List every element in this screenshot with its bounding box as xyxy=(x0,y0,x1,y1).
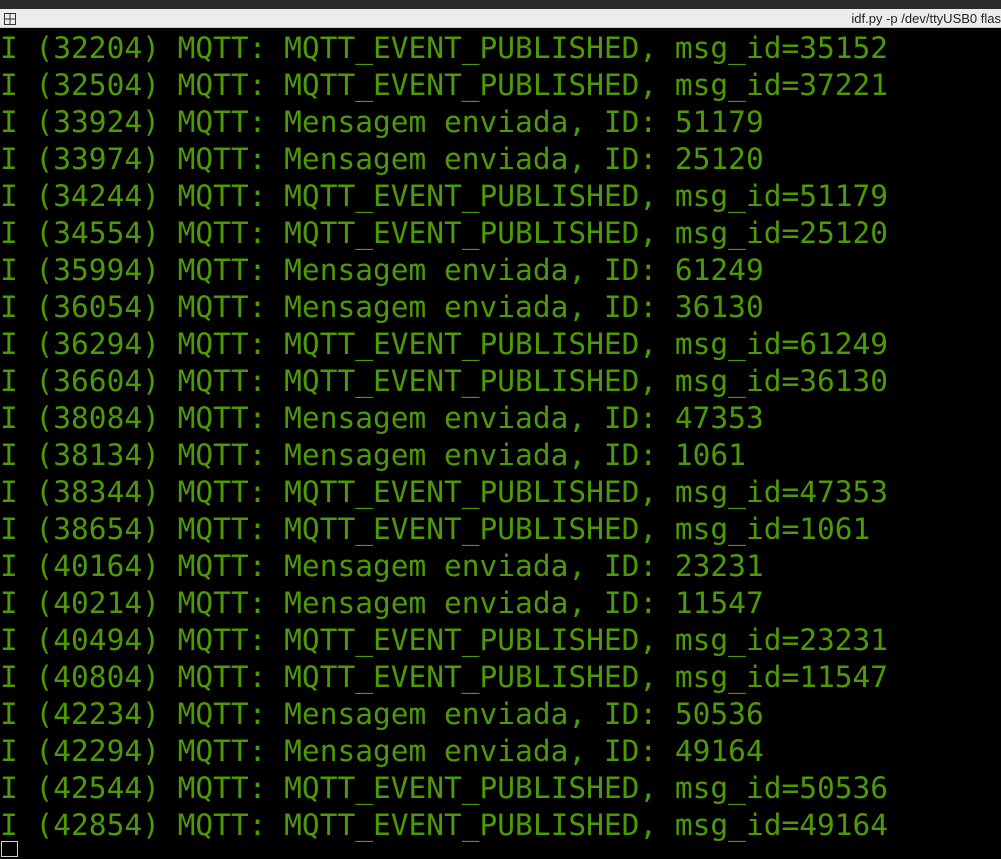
log-line: I (32504) MQTT: MQTT_EVENT_PUBLISHED, ms… xyxy=(0,68,889,102)
title-bar[interactable]: idf.py -p /dev/ttyUSB0 flas xyxy=(0,9,1001,28)
terminal-cursor xyxy=(1,841,18,857)
log-line: I (36604) MQTT: MQTT_EVENT_PUBLISHED, ms… xyxy=(0,364,889,398)
log-line: I (36294) MQTT: MQTT_EVENT_PUBLISHED, ms… xyxy=(0,327,889,361)
log-line: I (32204) MQTT: MQTT_EVENT_PUBLISHED, ms… xyxy=(0,31,889,65)
log-line: I (36054) MQTT: Mensagem enviada, ID: 36… xyxy=(0,290,764,324)
log-line: I (38134) MQTT: Mensagem enviada, ID: 10… xyxy=(0,438,746,472)
log-line: I (38084) MQTT: Mensagem enviada, ID: 47… xyxy=(0,401,764,435)
log-line-list: I (32204) MQTT: MQTT_EVENT_PUBLISHED, ms… xyxy=(0,30,888,844)
log-line: I (42544) MQTT: MQTT_EVENT_PUBLISHED, ms… xyxy=(0,771,889,805)
log-line: I (42234) MQTT: Mensagem enviada, ID: 50… xyxy=(0,697,764,731)
log-line: I (42854) MQTT: MQTT_EVENT_PUBLISHED, ms… xyxy=(0,808,889,842)
top-panel-strip xyxy=(0,0,1001,9)
log-line: I (40164) MQTT: Mensagem enviada, ID: 23… xyxy=(0,549,764,583)
log-line: I (34554) MQTT: MQTT_EVENT_PUBLISHED, ms… xyxy=(0,216,889,250)
terminal-window: idf.py -p /dev/ttyUSB0 flas I (32204) MQ… xyxy=(0,0,1001,859)
log-line: I (35994) MQTT: Mensagem enviada, ID: 61… xyxy=(0,253,764,287)
log-line: I (33974) MQTT: Mensagem enviada, ID: 25… xyxy=(0,142,764,176)
log-line: I (42294) MQTT: Mensagem enviada, ID: 49… xyxy=(0,734,764,768)
log-line: I (40494) MQTT: MQTT_EVENT_PUBLISHED, ms… xyxy=(0,623,889,657)
log-line: I (40804) MQTT: MQTT_EVENT_PUBLISHED, ms… xyxy=(0,660,889,694)
log-line: I (40214) MQTT: Mensagem enviada, ID: 11… xyxy=(0,586,764,620)
window-title: idf.py -p /dev/ttyUSB0 flas xyxy=(851,11,1001,26)
split-terminal-icon[interactable] xyxy=(4,12,16,25)
log-line: I (33924) MQTT: Mensagem enviada, ID: 51… xyxy=(0,105,764,139)
log-line: I (38654) MQTT: MQTT_EVENT_PUBLISHED, ms… xyxy=(0,512,871,546)
log-line: I (34244) MQTT: MQTT_EVENT_PUBLISHED, ms… xyxy=(0,179,889,213)
terminal-output[interactable]: I (32204) MQTT: MQTT_EVENT_PUBLISHED, ms… xyxy=(0,28,1001,859)
log-line: I (38344) MQTT: MQTT_EVENT_PUBLISHED, ms… xyxy=(0,475,889,509)
